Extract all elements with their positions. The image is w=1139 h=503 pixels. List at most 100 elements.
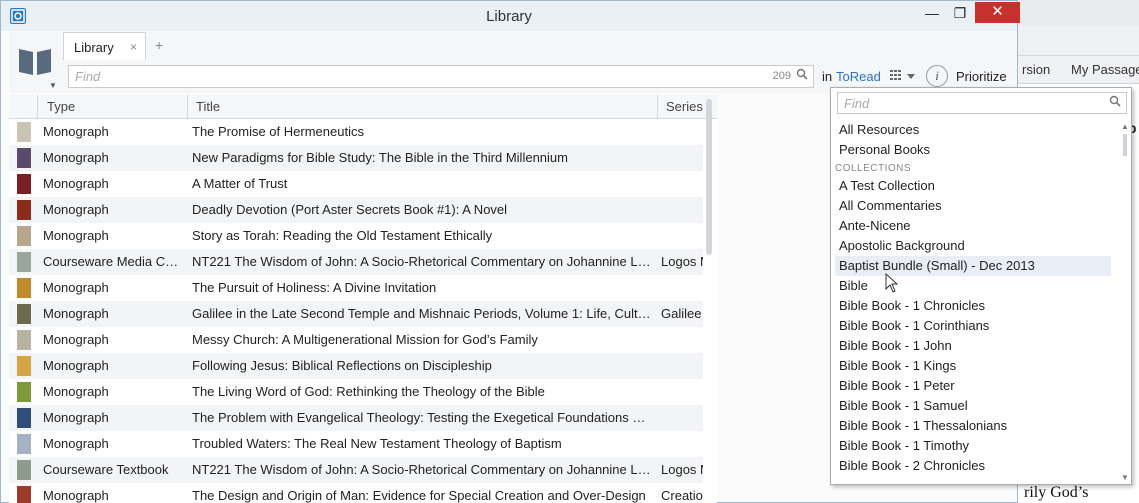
info-icon[interactable]: i	[926, 65, 948, 87]
table-row[interactable]: Monograph Story as Torah: Reading the Old…	[9, 223, 703, 249]
panel-menu-caret-icon[interactable]: ▼	[49, 81, 57, 90]
column-separator[interactable]	[657, 95, 658, 119]
row-title: NT221 The Wisdom of John: A Socio-Rhetor…	[192, 462, 652, 477]
collection-item[interactable]: Bible Book - 1 Thessalonians	[835, 416, 1111, 436]
background-tab-my-passage[interactable]: My Passage G	[1071, 62, 1139, 77]
row-type: Courseware Media Coll…	[43, 254, 185, 269]
row-type: Monograph	[43, 332, 109, 347]
collection-search-input[interactable]: Find	[837, 92, 1127, 114]
tab-label: Library	[74, 40, 114, 55]
book-cover-icon	[17, 148, 31, 168]
row-title: The Design and Origin of Man: Evidence f…	[192, 488, 646, 503]
collection-item[interactable]: All Resources	[835, 120, 1111, 140]
table-row[interactable]: Courseware Textbook NT221 The Wisdom of J…	[9, 457, 703, 483]
row-title: Story as Torah: Reading the Old Testamen…	[192, 228, 493, 243]
result-count: 209	[772, 70, 791, 82]
table-row[interactable]: Monograph The Living Word of God: Rethink…	[9, 379, 703, 405]
row-title: Messy Church: A Multigenerational Missio…	[192, 332, 538, 347]
collection-item[interactable]: Bible Book - 1 Chronicles	[835, 296, 1111, 316]
collection-item[interactable]: A Test Collection	[835, 176, 1111, 196]
tab-library[interactable]: Library ×	[63, 32, 146, 60]
row-title: The Pursuit of Holiness: A Divine Invita…	[192, 280, 437, 295]
in-label: in	[822, 69, 833, 84]
row-type: Monograph	[43, 358, 109, 373]
scroll-thumb[interactable]	[1123, 134, 1127, 156]
collection-item[interactable]: All Commentaries	[835, 196, 1111, 216]
collection-item[interactable]: Bible Book - 1 Samuel	[835, 396, 1111, 416]
book-cover-icon	[17, 434, 31, 454]
book-cover-icon	[17, 460, 31, 480]
row-title: A Matter of Trust	[192, 176, 288, 191]
background-tab-version[interactable]: rsion	[1022, 62, 1050, 77]
table-row[interactable]: Monograph Galilee in the Late Second Temp…	[9, 301, 703, 327]
book-cover-icon	[17, 486, 31, 503]
scroll-down-icon[interactable]: ▼	[1121, 473, 1129, 482]
row-title: The Promise of Hermeneutics	[192, 124, 364, 139]
background-document-text: rily God’s	[1024, 484, 1089, 501]
collection-dropdown: Find All Resources Personal Books COLLECTI…	[830, 87, 1132, 485]
column-header-title[interactable]: Title	[196, 99, 220, 114]
row-title: Troubled Waters: The Real New Testament …	[192, 436, 562, 451]
book-cover-icon	[17, 330, 31, 350]
book-cover-icon	[17, 174, 31, 194]
collection-item[interactable]: Bible Book - 1 Timothy	[835, 436, 1111, 456]
table-row[interactable]: Monograph Troubled Waters: The Real New T…	[9, 431, 703, 457]
library-search-input[interactable]: Find 209	[68, 65, 814, 88]
collection-list-scrollbar[interactable]: ▲ ▼	[1121, 122, 1129, 482]
collection-item[interactable]: Personal Books	[835, 140, 1111, 160]
column-header-series[interactable]: Series	[666, 99, 703, 114]
table-row[interactable]: Monograph The Promise of Hermeneutics	[9, 119, 703, 145]
collection-item[interactable]: Bible Book - 2 Chronicles	[835, 456, 1111, 476]
prioritize-button[interactable]: Prioritize	[956, 69, 1007, 84]
book-cover-icon	[17, 356, 31, 376]
scroll-up-icon[interactable]: ▲	[1121, 122, 1129, 131]
table-scrollbar[interactable]	[706, 99, 712, 255]
book-cover-icon	[17, 408, 31, 428]
row-title: Deadly Devotion (Port Aster Secrets Book…	[192, 202, 508, 217]
table-row[interactable]: Monograph The Design and Origin of Man: E…	[9, 483, 703, 503]
collection-item[interactable]: Bible Book - 1 Corinthians	[835, 316, 1111, 336]
book-cover-icon	[17, 304, 31, 324]
row-series: Logos M	[661, 254, 703, 269]
add-tab-icon[interactable]: +	[155, 37, 163, 53]
collection-item[interactable]: Apostolic Background	[835, 236, 1111, 256]
row-type: Monograph	[43, 306, 109, 321]
table-row[interactable]: Monograph New Paradigms for Bible Study: …	[9, 145, 703, 171]
minimize-button[interactable]: —	[919, 3, 945, 23]
collection-item[interactable]: Bible Book - 1 Kings	[835, 356, 1111, 376]
table-row[interactable]: Courseware Media Coll… NT221 The Wisdom o…	[9, 249, 703, 275]
row-type: Courseware Textbook	[43, 462, 169, 477]
row-series: Galilee i	[661, 306, 703, 321]
table-row[interactable]: Monograph Messy Church: A Multigeneration…	[9, 327, 703, 353]
table-header: Type Title Series	[9, 95, 717, 119]
view-mode-icon[interactable]	[889, 68, 919, 86]
collection-item[interactable]: Bible Book - 1 John	[835, 336, 1111, 356]
table-row[interactable]: Monograph A Matter of Trust	[9, 171, 703, 197]
collection-item[interactable]: Baptist Bundle (Small) - Dec 2013	[835, 256, 1111, 276]
library-window: Library — ❐ ✕ ▼ Library × + Find 209 in …	[0, 0, 1132, 503]
maximize-button[interactable]: ❐	[947, 3, 973, 23]
table-row[interactable]: Monograph Following Jesus: Biblical Refle…	[9, 353, 703, 379]
table-row[interactable]: Monograph The Problem with Evangelical Th…	[9, 405, 703, 431]
row-type: Monograph	[43, 280, 109, 295]
search-icon	[796, 68, 808, 83]
book-cover-icon	[17, 252, 31, 272]
column-separator[interactable]	[37, 95, 38, 119]
collection-item[interactable]: Ante-Nicene	[835, 216, 1111, 236]
column-header-type[interactable]: Type	[47, 99, 75, 114]
collection-item[interactable]: Bible Book - 1 Peter	[835, 376, 1111, 396]
tab-close-icon[interactable]: ×	[130, 40, 137, 54]
row-series: Creation	[661, 488, 703, 503]
row-type: Monograph	[43, 436, 109, 451]
row-type: Monograph	[43, 410, 109, 425]
table-row[interactable]: Monograph Deadly Devotion (Port Aster Sec…	[9, 197, 703, 223]
book-cover-icon	[17, 122, 31, 142]
search-icon	[1109, 95, 1121, 110]
row-type: Monograph	[43, 176, 109, 191]
library-books-icon[interactable]	[17, 43, 53, 79]
column-separator[interactable]	[187, 95, 188, 119]
collection-item[interactable]: Bible	[835, 276, 1111, 296]
table-row[interactable]: Monograph The Pursuit of Holiness: A Divi…	[9, 275, 703, 301]
close-button[interactable]: ✕	[975, 2, 1020, 23]
collection-link[interactable]: ToRead	[836, 69, 881, 84]
